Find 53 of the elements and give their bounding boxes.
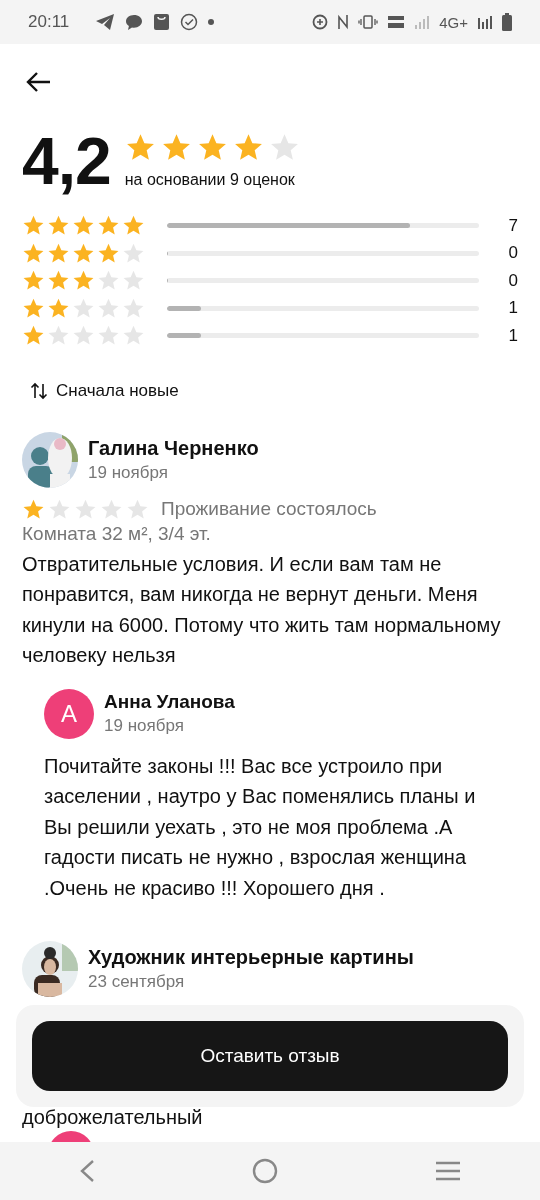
battery-icon [502, 13, 512, 31]
back-icon[interactable] [26, 71, 52, 93]
rating-count: 1 [507, 298, 518, 319]
review-text: Отвратительные условия. И если вам там не понравится, вам никогда не вернут деньги. Меня кинули на 6000. Потому что жить там нормальному человеку нельзя [22, 551, 502, 668]
star-icon [97, 296, 120, 320]
star-icon [122, 241, 145, 265]
star-icon [22, 497, 45, 521]
network-type: 4G+ [439, 13, 468, 31]
status-time: 20:11 [28, 12, 70, 32]
reviewer-name: Анна Уланова [104, 691, 235, 713]
star-icon [126, 497, 149, 521]
review-date: 23 сентября [88, 972, 186, 992]
dot-icon [208, 19, 215, 25]
star-icon [48, 497, 71, 521]
vibrate-icon [358, 15, 379, 29]
star-icon [100, 497, 123, 521]
bag-icon [153, 13, 171, 31]
review-text: доброжелательный [22, 1105, 204, 1129]
room-info: Комната 32 м², 3/4 эт. [22, 522, 212, 545]
menu-icon[interactable] [435, 1161, 462, 1181]
review-date: 19 ноября [104, 716, 185, 736]
star-icon [22, 296, 45, 320]
reply-text: Почитайте законы !!! Вас все устроило при заселении , наутро у Вас поменялись планы и Вы решили уехать , это не моя проблема .А гадости писать не нужно , взрослая женщина .Очень не красиво !!! Хорошего дня . [44, 753, 477, 901]
star-icon [22, 241, 45, 265]
rating-count: 1 [507, 325, 518, 346]
stay-status: Проживание состоялось [161, 498, 377, 520]
sort-icon[interactable] [30, 381, 48, 400]
check-circle-icon [180, 13, 199, 31]
rating-count: 0 [507, 243, 518, 264]
star-icon [97, 241, 120, 265]
signal-icon [477, 14, 493, 30]
avatar: А [44, 688, 94, 739]
chat-icon [125, 13, 144, 31]
rating-count: на основании 9 оценок [124, 171, 296, 189]
leave-review-button[interactable]: Оставить отзыв [32, 1021, 508, 1091]
reviewer-name: Художник интерьерные картины [88, 946, 414, 969]
data-saver-icon [312, 14, 329, 30]
star-icon [74, 497, 97, 521]
signal-icon [414, 14, 431, 30]
rating-count: 7 [507, 215, 518, 236]
review-date: 19 ноября [88, 462, 169, 483]
home-icon[interactable] [252, 1158, 278, 1184]
star-icon [47, 296, 70, 320]
star-icon [47, 241, 70, 265]
sort-button[interactable]: Сначала новые [56, 380, 179, 401]
average-rating: 4,2 [22, 128, 111, 200]
rating-count: 0 [507, 270, 518, 291]
star-icon [122, 296, 145, 320]
nfc-icon [337, 14, 350, 30]
send-icon [95, 13, 116, 31]
reviewer-name: Галина Черненко [88, 436, 259, 460]
star-icon [72, 296, 95, 320]
star-icon [72, 241, 95, 265]
